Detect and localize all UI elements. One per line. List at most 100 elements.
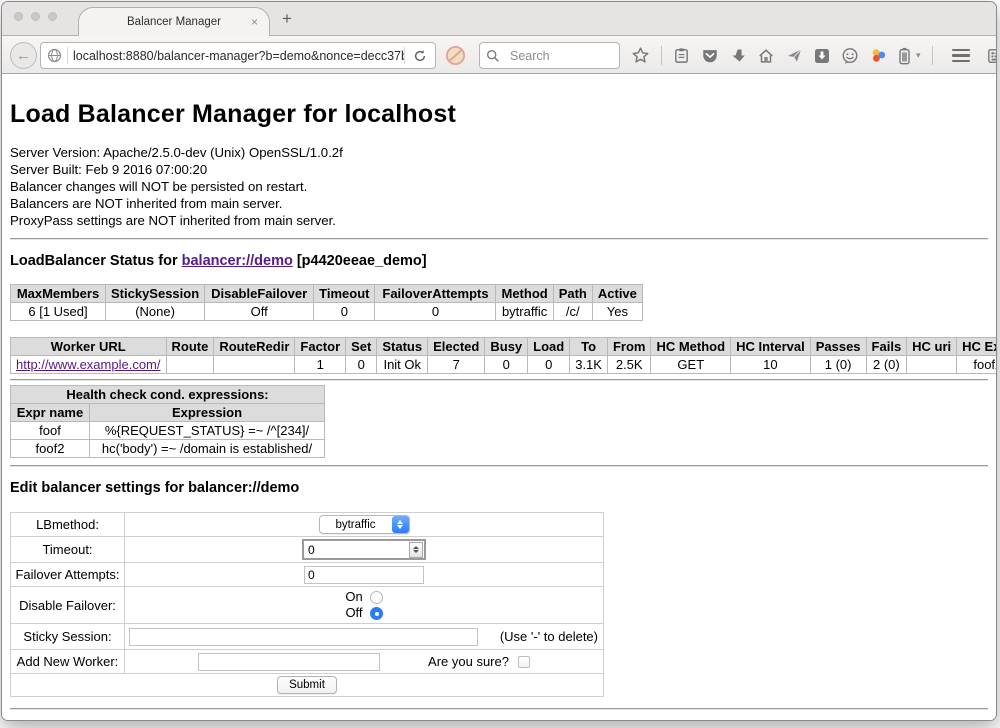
disable-failover-off-radio[interactable]: [370, 607, 383, 620]
smiley-icon[interactable]: [841, 47, 859, 65]
worker-url-link[interactable]: http://www.example.com/: [16, 357, 161, 372]
val-maxmembers: 6 [1 Used]: [11, 303, 106, 321]
submit-button[interactable]: Submit: [277, 676, 337, 694]
loadbalancer-status-heading: LoadBalancer Status for balancer://demo …: [10, 253, 988, 269]
col-stickysession: StickySession: [106, 285, 205, 303]
lbmethod-select[interactable]: bytraffic: [319, 515, 410, 534]
val-fails: 2 (0): [866, 356, 907, 374]
close-window-button[interactable]: [14, 12, 23, 21]
lbmethod-label: LBmethod:: [11, 513, 125, 537]
tab-close-icon[interactable]: ×: [251, 15, 258, 29]
sticky-session-input[interactable]: [129, 628, 478, 646]
expr-name-foof2: foof2: [11, 440, 90, 458]
menu-hamburger-icon[interactable]: [952, 49, 970, 63]
workers-table: Worker URL Route RouteRedir Factor Set S…: [10, 337, 996, 374]
val-routeredir: [214, 356, 295, 374]
pocket-icon[interactable]: [701, 47, 719, 65]
toolbar-separator: [661, 46, 662, 65]
divider-2: [10, 379, 988, 381]
url-bar[interactable]: localhost:8880/balancer-manager?b=demo&n…: [40, 42, 436, 69]
minimize-window-button[interactable]: [31, 12, 40, 21]
server-info: Server Version: Apache/2.5.0-dev (Unix) …: [10, 144, 988, 229]
timeout-input[interactable]: 0: [302, 539, 426, 560]
send-tab-icon[interactable]: [786, 47, 803, 64]
val-to: 3.1K: [570, 356, 608, 374]
balancer-demo-link[interactable]: balancer://demo: [182, 253, 293, 269]
col-hc-uri: HC uri: [907, 338, 957, 356]
zoom-window-button[interactable]: [48, 12, 57, 21]
edit-balancer-heading: Edit balancer settings for balancer://de…: [10, 480, 988, 496]
col-expr-name: Expr name: [11, 404, 90, 422]
col-fails: Fails: [866, 338, 907, 356]
col-busy: Busy: [485, 338, 528, 356]
downloads-icon[interactable]: [730, 48, 746, 64]
col-hc-interval: HC Interval: [731, 338, 811, 356]
home-icon[interactable]: [757, 47, 775, 65]
health-row-2: foof2 hc('body') =~ /domain is establish…: [11, 440, 325, 458]
col-load: Load: [528, 338, 570, 356]
col-disablefailover: DisableFailover: [205, 285, 314, 303]
browser-window: Balancer Manager × + ← localhost:8880/ba…: [1, 1, 997, 721]
number-stepper-icon[interactable]: [409, 542, 423, 558]
col-active: Active: [592, 285, 642, 303]
battery-dropdown-caret-icon[interactable]: ▾: [916, 50, 921, 61]
col-factor: Factor: [295, 338, 346, 356]
timeout-value: 0: [308, 543, 315, 557]
page-title: Load Balancer Manager for localhost: [10, 100, 988, 129]
tab-balancer-manager[interactable]: Balancer Manager ×: [78, 7, 270, 36]
url-text[interactable]: localhost:8880/balancer-manager?b=demo&n…: [68, 49, 404, 63]
search-bar[interactable]: Search: [479, 42, 620, 69]
failover-attempts-input[interactable]: [304, 566, 424, 584]
val-method: bytraffic: [496, 303, 553, 321]
clipboard-icon[interactable]: [673, 47, 690, 64]
colored-dots-extension-icon[interactable]: [870, 47, 887, 64]
val-timeout: 0: [314, 303, 375, 321]
col-hc-method: HC Method: [651, 338, 731, 356]
window-controls[interactable]: [14, 12, 57, 21]
timeout-row: Timeout: 0: [11, 537, 604, 563]
col-worker-url: Worker URL: [11, 338, 167, 356]
note-line-3: ProxyPass settings are NOT inherited fro…: [10, 212, 988, 229]
col-elected: Elected: [428, 338, 485, 356]
globe-icon[interactable]: [41, 48, 67, 63]
failover-attempts-row: Failover Attempts:: [11, 563, 604, 587]
expr-name-foof: foof: [11, 422, 90, 440]
val-set: 0: [346, 356, 377, 374]
download-box-icon[interactable]: [814, 48, 830, 64]
edit-balancer-form: LBmethod: bytraffic Timeout: 0: [10, 512, 604, 697]
divider-4: [10, 708, 988, 710]
server-version-line: Server Version: Apache/2.5.0-dev (Unix) …: [10, 144, 988, 161]
reload-icon[interactable]: [405, 49, 435, 63]
submit-row: Submit: [11, 674, 604, 697]
bookmark-star-icon[interactable]: [631, 46, 650, 65]
navigation-toolbar: ← localhost:8880/balancer-manager?b=demo…: [2, 35, 996, 74]
add-worker-input[interactable]: [198, 653, 380, 671]
disable-failover-on-radio[interactable]: [370, 591, 383, 604]
search-input[interactable]: Search: [506, 49, 550, 63]
grid-icon[interactable]: [987, 47, 997, 65]
divider-1: [10, 238, 988, 240]
col-path: Path: [553, 285, 592, 303]
val-hc-method: GET: [651, 356, 731, 374]
col-method: Method: [496, 285, 553, 303]
health-check-table: Health check cond. expressions: Expr nam…: [10, 385, 325, 458]
new-tab-button[interactable]: +: [282, 9, 292, 29]
health-title-row: Health check cond. expressions:: [11, 386, 325, 404]
are-you-sure-checkbox[interactable]: [518, 656, 530, 668]
content-blocked-icon[interactable]: [445, 45, 466, 66]
radio-off-label: Off: [345, 605, 362, 621]
val-busy: 0: [485, 356, 528, 374]
val-hc-interval: 10: [731, 356, 811, 374]
val-hc-uri: [907, 356, 957, 374]
balancer-params-table: MaxMembers StickySession DisableFailover…: [10, 284, 643, 321]
tab-title: Balancer Manager: [127, 16, 221, 28]
col-failoverattempts: FailoverAttempts: [375, 285, 496, 303]
back-button[interactable]: ←: [10, 42, 37, 69]
sticky-session-row: Sticky Session: (Use '-' to delete): [11, 624, 604, 650]
disable-failover-label: Disable Failover:: [11, 587, 125, 624]
note-line-1: Balancer changes will NOT be persisted o…: [10, 178, 988, 195]
timeout-label: Timeout:: [11, 537, 125, 563]
col-to: To: [570, 338, 608, 356]
battery-icon[interactable]: [898, 47, 911, 65]
col-timeout: Timeout: [314, 285, 375, 303]
